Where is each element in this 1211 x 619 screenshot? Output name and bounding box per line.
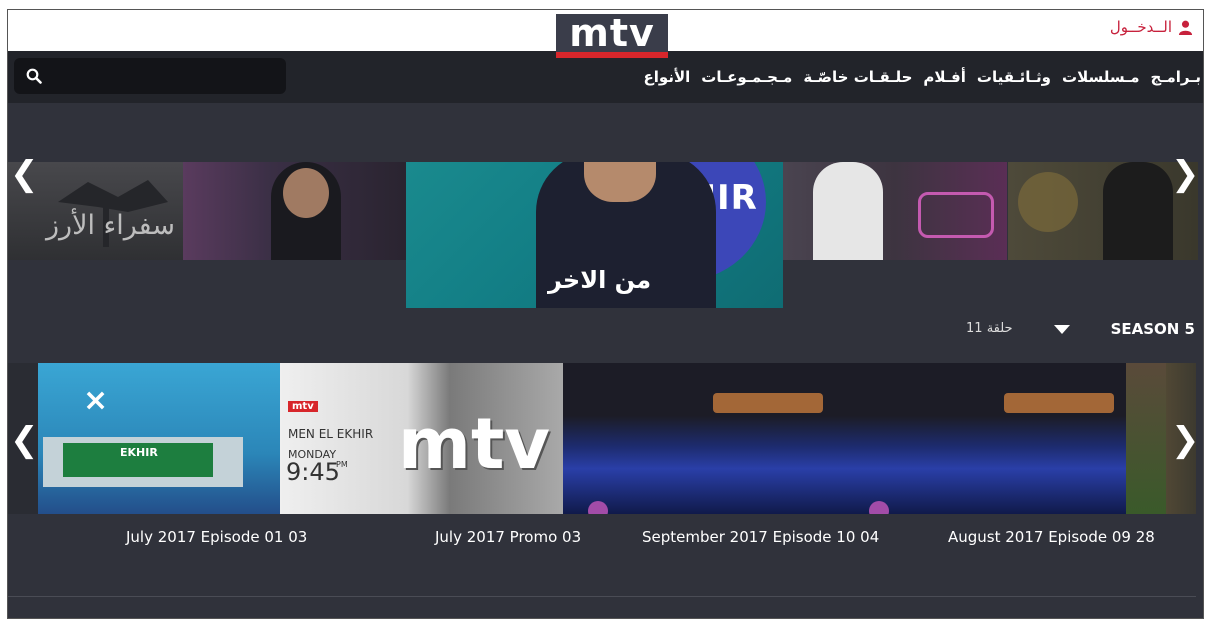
- video-thumb-4[interactable]: [844, 363, 1126, 514]
- carousel-panel-5[interactable]: [1008, 162, 1198, 260]
- nav-item-programs[interactable]: بـرامـج: [1151, 68, 1201, 86]
- video-caption-4[interactable]: August 2017 Episode 09 28: [948, 528, 1155, 546]
- video-caption-1[interactable]: July 2017 Episode 01 03: [126, 528, 307, 546]
- carousel-panel-2[interactable]: [183, 162, 406, 260]
- promo-mtv-badge: mtv: [288, 401, 318, 412]
- season-selector: 11 حلقة SEASON 5: [8, 320, 1203, 350]
- hero-next-arrow[interactable]: ❯: [1171, 157, 1200, 191]
- season-label[interactable]: SEASON 5: [1111, 320, 1195, 338]
- logo-underline: [556, 52, 668, 58]
- carousel-panel-4[interactable]: [783, 162, 1007, 260]
- promo-time: 9:45: [286, 458, 340, 486]
- search-icon: [26, 68, 42, 84]
- video-caption-2[interactable]: July 2017 Promo 03: [435, 528, 581, 546]
- nav-item-genres[interactable]: الأنواع: [644, 68, 691, 86]
- hero-main-banner[interactable]: EKHIR من الاخر: [406, 162, 783, 308]
- hero-title: من الاخر: [548, 266, 652, 294]
- promo-show-name: MEN EL EKHIR: [288, 427, 374, 441]
- login-label: الــدخــول: [1109, 18, 1172, 36]
- login-link[interactable]: الــدخــول: [1110, 18, 1193, 36]
- page-frame: الــدخــول mtv بـرامـج مـسلسلات وثـائـقي…: [7, 9, 1204, 619]
- mtv-logo[interactable]: mtv: [556, 11, 668, 58]
- nav-item-collections[interactable]: مـجـمـوعـات: [701, 68, 792, 86]
- video-thumb-1[interactable]: × EKHIR: [8, 363, 280, 514]
- video-carousel: × EKHIR mtv MEN EL EKHIR MONDAY 9:45 PM …: [8, 363, 1203, 514]
- video-thumb-3[interactable]: [563, 363, 844, 514]
- videos-prev-arrow[interactable]: ❮: [10, 423, 39, 457]
- video-caption-3[interactable]: September 2017 Episode 10 04: [642, 528, 879, 546]
- chevron-down-icon[interactable]: [1054, 325, 1070, 334]
- logo-text: mtv: [569, 11, 655, 55]
- promo-ampm: PM: [336, 460, 348, 469]
- nav-item-specials[interactable]: حلـقـات خاصّـة: [803, 68, 912, 86]
- user-icon: [1178, 20, 1193, 35]
- section-divider: [8, 596, 1196, 597]
- promo-big-logo: mtv: [398, 403, 551, 485]
- nav-item-series[interactable]: مـسلسلات: [1062, 68, 1140, 86]
- videos-next-arrow[interactable]: ❯: [1171, 423, 1200, 457]
- nav-item-documentaries[interactable]: وثـائـقيات: [977, 68, 1051, 86]
- video-thumb-2[interactable]: mtv MEN EL EKHIR MONDAY 9:45 PM mtv: [280, 363, 563, 514]
- search-input[interactable]: [14, 58, 286, 94]
- main-navigation: بـرامـج مـسلسلات وثـائـقيات أفـلام حلـقـ…: [8, 51, 1203, 103]
- carousel-panel-1-text: سفراء الأرز: [46, 210, 175, 241]
- nav-item-movies[interactable]: أفـلام: [923, 68, 965, 86]
- hero-prev-arrow[interactable]: ❮: [10, 157, 39, 191]
- nav-menu: بـرامـج مـسلسلات وثـائـقيات أفـلام حلـقـ…: [644, 51, 1203, 103]
- episode-count: 11 حلقة: [966, 321, 1013, 336]
